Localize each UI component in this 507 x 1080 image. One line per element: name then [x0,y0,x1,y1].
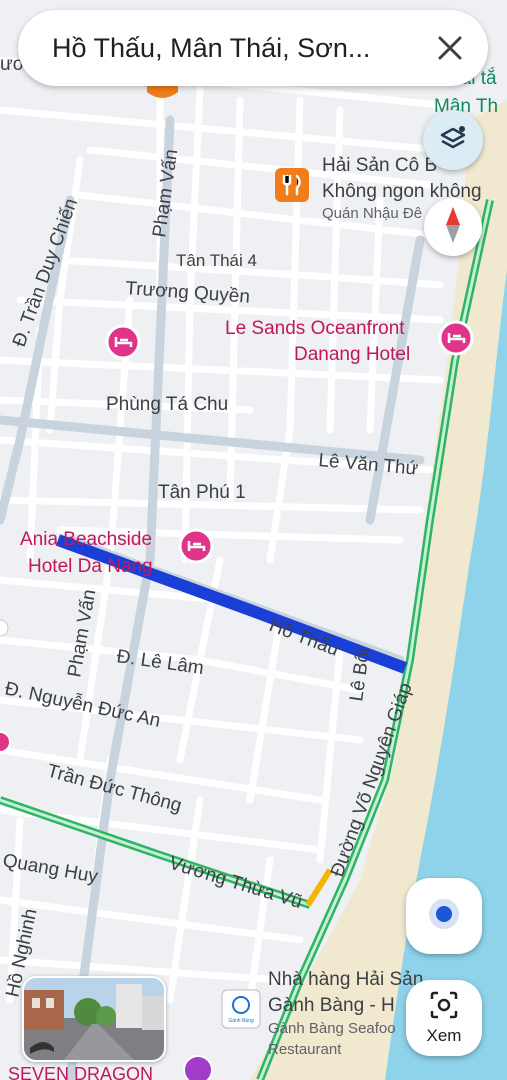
search-bar[interactable]: Hồ Thấu, Mân Thái, Sơn... [18,10,488,86]
road-label-tan-phu-1: Tân Phú 1 [158,482,246,503]
road-label-phung-ta-chu: Phùng Tá Chu [106,394,228,415]
svg-text:Gành Bàng Seafoo: Gành Bàng Seafoo [268,1020,396,1037]
svg-text:Ania Beachside: Ania Beachside [20,529,152,550]
svg-text:Le Sands Oceanfront: Le Sands Oceanfront [225,318,405,339]
svg-text:Nhà hàng Hải Sản: Nhà hàng Hải Sản [268,969,423,990]
poi-hotel-pin[interactable] [105,324,141,360]
svg-text:Gành Bàng: Gành Bàng [228,1018,254,1024]
camera-lens-icon [429,991,459,1024]
svg-text:Quán Nhậu Đê: Quán Nhậu Đê [322,205,422,222]
svg-text:Restaurant: Restaurant [268,1041,342,1058]
road-label-tan-thai-4: Tân Thái 4 [176,251,257,270]
my-location-button[interactable] [406,878,482,954]
svg-text:SEVEN DRAGON: SEVEN DRAGON [8,1064,153,1080]
lens-label: Xem [426,1025,462,1045]
lens-button[interactable]: Xem [406,980,482,1056]
layers-icon [436,121,470,160]
my-location-icon [426,896,462,937]
close-icon[interactable] [432,30,468,66]
street-view-thumbnail[interactable] [22,976,166,1062]
compass-icon [443,205,463,250]
layers-button[interactable] [423,110,483,170]
compass-button[interactable] [424,198,482,256]
svg-text:Gành Bàng - H: Gành Bàng - H [268,995,395,1016]
svg-text:Danang Hotel: Danang Hotel [294,344,410,365]
svg-text:Hotel Da Nang: Hotel Da Nang [28,556,153,577]
svg-text:Hải Sản Cô B: Hải Sản Cô B [322,155,437,176]
search-query[interactable]: Hồ Thấu, Mân Thái, Sơn... [52,33,432,64]
